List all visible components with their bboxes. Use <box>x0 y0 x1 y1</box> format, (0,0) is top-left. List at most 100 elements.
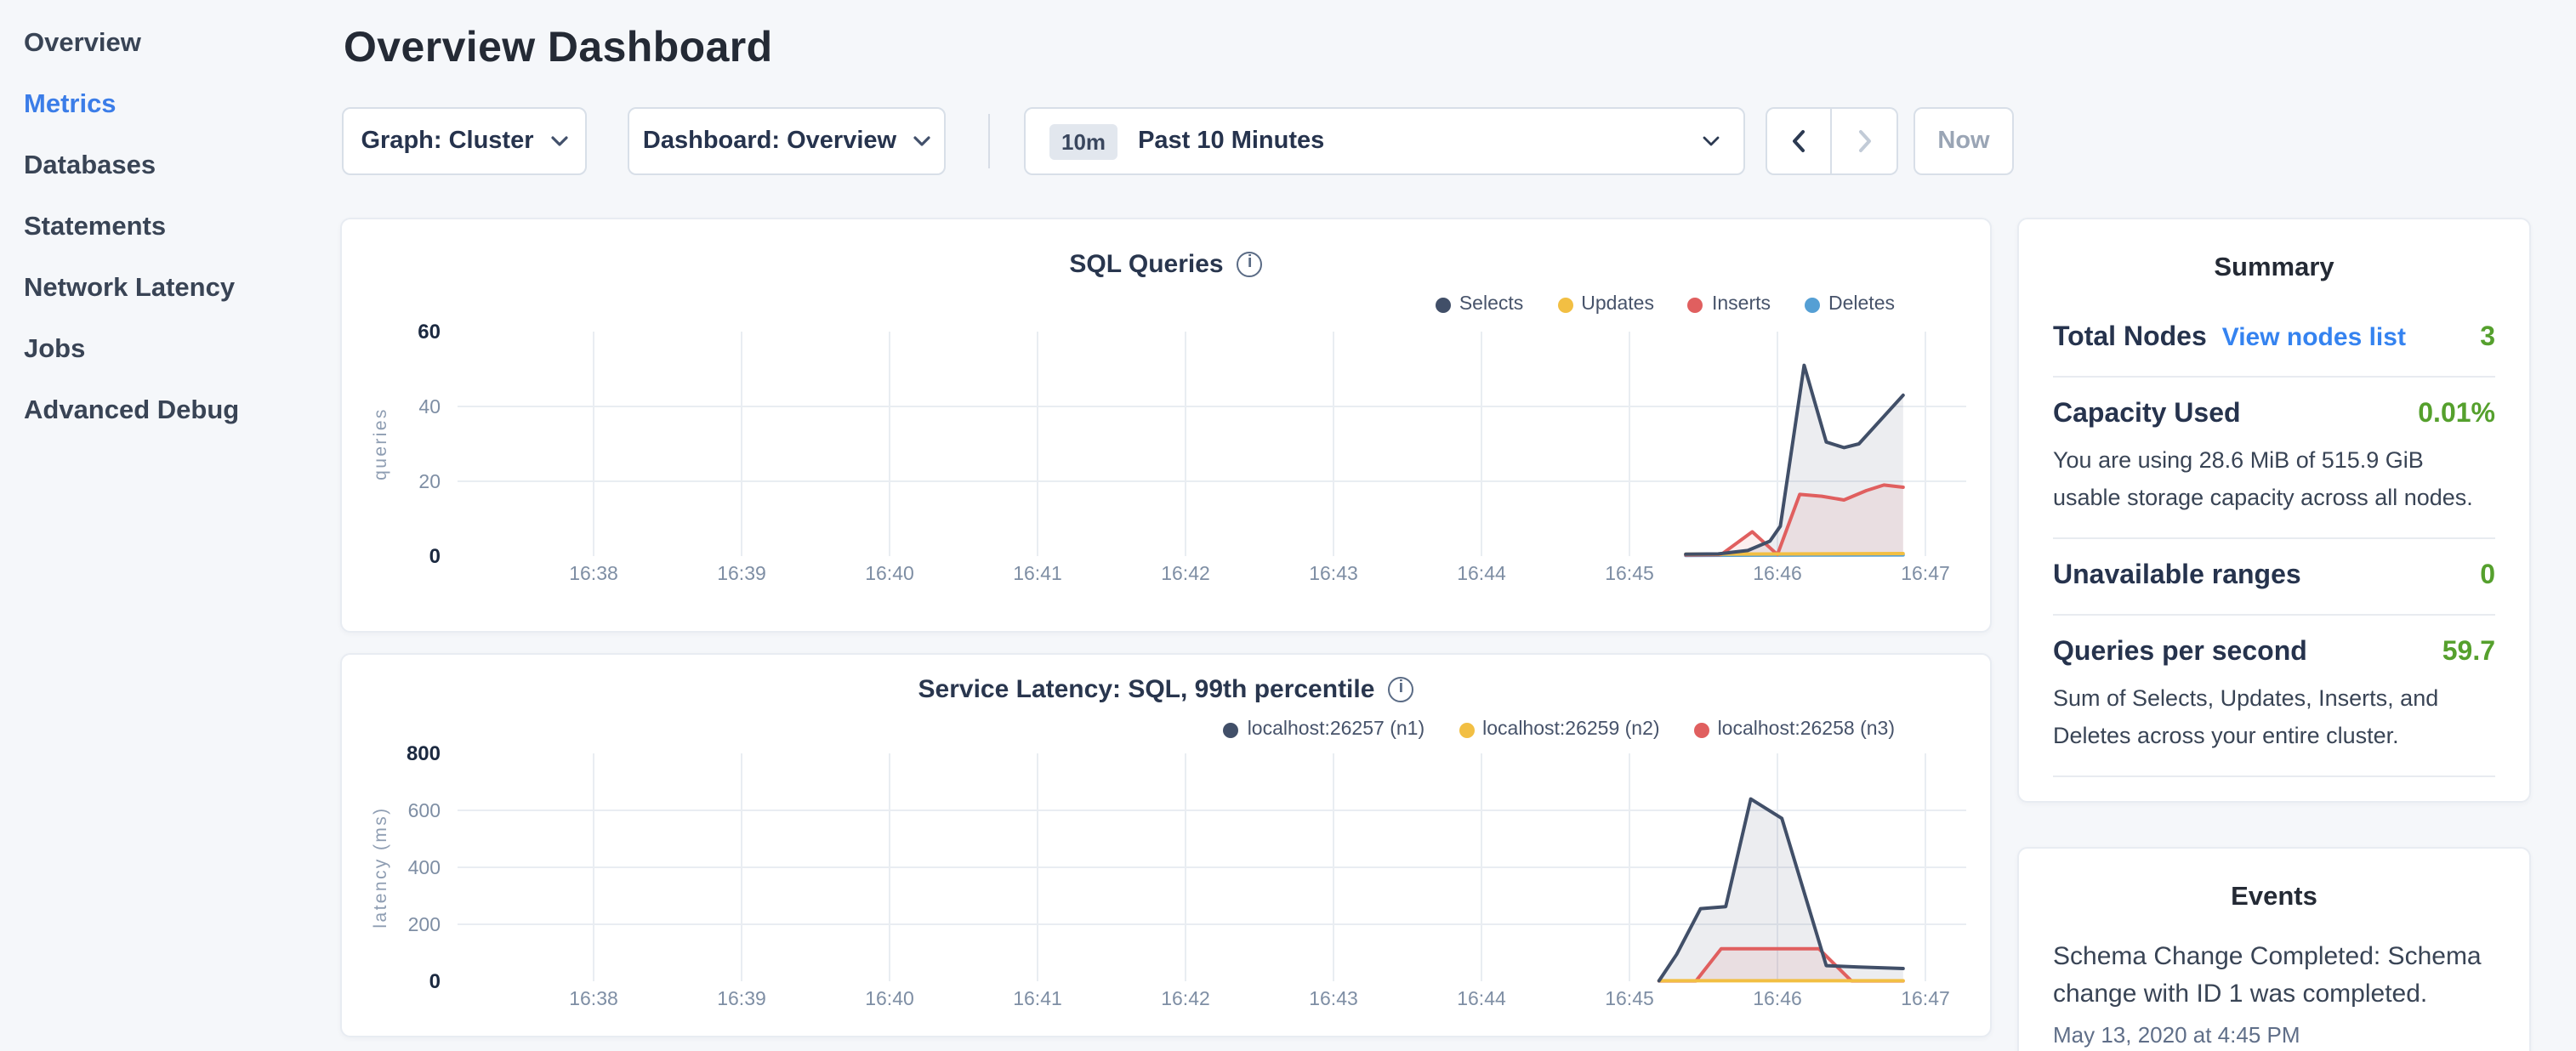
svg-text:400: 400 <box>408 856 441 878</box>
summary-row-value: 0 <box>2480 561 2495 592</box>
legend-item[interactable]: localhost:26258 (n3) <box>1694 719 1895 740</box>
sidebar-item-jobs[interactable]: Jobs <box>0 320 340 381</box>
previous-time-button[interactable] <box>1766 107 1832 175</box>
summary-row-unavailable-ranges: Unavailable ranges 0 <box>2053 537 2495 614</box>
right-column: Summary Total Nodes View nodes list 3 Ca… <box>2017 218 2531 1051</box>
svg-text:16:41: 16:41 <box>1013 987 1062 1009</box>
legend-item[interactable]: localhost:26257 (n1) <box>1224 719 1424 740</box>
legend-swatch <box>1459 722 1474 737</box>
summary-row-p99-latency: P99 latency 46.1 ms <box>2053 776 2495 803</box>
svg-text:16:42: 16:42 <box>1161 987 1210 1009</box>
legend-item[interactable]: Updates <box>1557 294 1654 315</box>
chart-title-row: SQL Queries i <box>342 250 1990 279</box>
svg-text:60: 60 <box>418 321 441 344</box>
events-panel: Events Schema Change Completed: Schema c… <box>2017 847 2531 1051</box>
legend-item[interactable]: Selects <box>1436 294 1523 315</box>
view-nodes-list-link[interactable]: View nodes list <box>2222 323 2406 352</box>
svg-text:16:47: 16:47 <box>1901 987 1950 1009</box>
svg-text:16:45: 16:45 <box>1605 562 1654 584</box>
svg-text:16:44: 16:44 <box>1457 987 1506 1009</box>
summary-row-label: Total Nodes <box>2053 323 2207 354</box>
db-console-page: Overview Metrics Databases Statements Ne… <box>0 0 2576 1051</box>
svg-text:16:45: 16:45 <box>1605 987 1654 1009</box>
legend-swatch <box>1688 297 1703 312</box>
summary-row-queries-per-second: Queries per second 59.7 Sum of Selects, … <box>2053 614 2495 775</box>
svg-text:16:38: 16:38 <box>569 562 618 584</box>
sidebar-item-databases[interactable]: Databases <box>0 136 340 197</box>
time-step-buttons <box>1766 107 1898 175</box>
svg-text:16:44: 16:44 <box>1457 562 1506 584</box>
svg-text:16:47: 16:47 <box>1901 562 1950 584</box>
svg-text:200: 200 <box>408 913 441 935</box>
chart-title-row: Service Latency: SQL, 99th percentile i <box>342 675 1990 704</box>
legend-swatch <box>1694 722 1709 737</box>
sidebar: Overview Metrics Databases Statements Ne… <box>0 0 340 442</box>
time-range-badge: 10m <box>1049 123 1117 159</box>
time-range-label: Past 10 Minutes <box>1138 128 1324 155</box>
svg-text:16:39: 16:39 <box>717 987 766 1009</box>
summary-row-label: Capacity Used <box>2053 400 2241 430</box>
svg-text:20: 20 <box>418 470 441 492</box>
legend-swatch <box>1224 722 1239 737</box>
legend-label: Selects <box>1459 294 1523 315</box>
chevron-down-icon <box>551 136 568 146</box>
svg-text:16:41: 16:41 <box>1013 562 1062 584</box>
svg-text:16:43: 16:43 <box>1309 987 1358 1009</box>
legend-swatch <box>1436 297 1451 312</box>
summary-row-value: 59.7 <box>2442 638 2495 668</box>
events-title: Events <box>2053 849 2495 913</box>
svg-text:16:42: 16:42 <box>1161 562 1210 584</box>
info-icon[interactable]: i <box>1237 252 1263 277</box>
legend-item[interactable]: Inserts <box>1688 294 1771 315</box>
sidebar-item-network-latency[interactable]: Network Latency <box>0 258 340 320</box>
sidebar-item-metrics[interactable]: Metrics <box>0 75 340 136</box>
toolbar-divider <box>988 114 990 168</box>
dashboard-dropdown[interactable]: Dashboard: Overview <box>628 107 946 175</box>
info-icon[interactable]: i <box>1388 677 1413 702</box>
chevron-right-icon <box>1857 129 1872 153</box>
legend-label: Updates <box>1581 294 1654 315</box>
sql-queries-chart-card: 16:3816:3916:4016:4116:4216:4316:4416:45… <box>340 218 1992 633</box>
svg-text:0: 0 <box>429 545 441 568</box>
service-latency-chart-card: 16:3816:3916:4016:4116:4216:4316:4416:45… <box>340 653 1992 1037</box>
sql-queries-chart-plot[interactable]: 16:3816:3916:4016:4116:4216:4316:4416:45… <box>342 219 1993 634</box>
chevron-down-icon <box>913 136 930 146</box>
main-content: Overview Dashboard Graph: Cluster Dashbo… <box>340 0 1992 1051</box>
legend-item[interactable]: Deletes <box>1805 294 1895 315</box>
summary-panel: Summary Total Nodes View nodes list 3 Ca… <box>2017 218 2531 803</box>
legend-item[interactable]: localhost:26259 (n2) <box>1459 719 1659 740</box>
svg-text:16:38: 16:38 <box>569 987 618 1009</box>
svg-text:queries: queries <box>371 407 390 480</box>
svg-text:16:46: 16:46 <box>1753 987 1802 1009</box>
legend-label: localhost:26257 (n1) <box>1248 719 1424 740</box>
summary-rows: Total Nodes View nodes list 3 Capacity U… <box>2053 301 2495 803</box>
graph-scope-label: Graph: Cluster <box>361 128 533 155</box>
next-time-button[interactable] <box>1832 107 1898 175</box>
svg-text:16:43: 16:43 <box>1309 562 1358 584</box>
summary-row-total-nodes: Total Nodes View nodes list 3 <box>2053 301 2495 376</box>
sidebar-item-statements[interactable]: Statements <box>0 197 340 258</box>
summary-row-value: 0.01% <box>2418 400 2495 430</box>
svg-text:40: 40 <box>418 395 441 418</box>
legend-label: Deletes <box>1828 294 1895 315</box>
event-message: Schema Change Completed: Schema change w… <box>2053 939 2495 1013</box>
chart-legend: Selects Updates Inserts Deletes <box>1436 294 1895 315</box>
legend-label: localhost:26259 (n2) <box>1482 719 1659 740</box>
summary-row-description: You are using 28.6 MiB of 515.9 GiB usab… <box>2053 442 2495 515</box>
legend-label: localhost:26258 (n3) <box>1718 719 1895 740</box>
legend-swatch <box>1805 297 1820 312</box>
svg-text:16:46: 16:46 <box>1753 562 1802 584</box>
toolbar: Graph: Cluster Dashboard: Overview 10m P… <box>340 107 2024 175</box>
graph-scope-dropdown[interactable]: Graph: Cluster <box>342 107 587 175</box>
sidebar-item-overview[interactable]: Overview <box>0 14 340 75</box>
service-latency-chart-plot[interactable]: 16:3816:3916:4016:4116:4216:4316:4416:45… <box>342 655 1993 1039</box>
now-button[interactable]: Now <box>1914 107 2014 175</box>
svg-text:800: 800 <box>407 742 441 765</box>
svg-text:latency (ms): latency (ms) <box>371 806 390 928</box>
time-range-selector[interactable]: 10m Past 10 Minutes <box>1024 107 1745 175</box>
svg-text:16:39: 16:39 <box>717 562 766 584</box>
event-list-item: Schema Change Completed: Schema change w… <box>2053 939 2495 1047</box>
sidebar-item-advanced-debug[interactable]: Advanced Debug <box>0 381 340 442</box>
chart-legend: localhost:26257 (n1) localhost:26259 (n2)… <box>1224 719 1895 740</box>
dashboard-dropdown-label: Dashboard: Overview <box>643 128 896 155</box>
